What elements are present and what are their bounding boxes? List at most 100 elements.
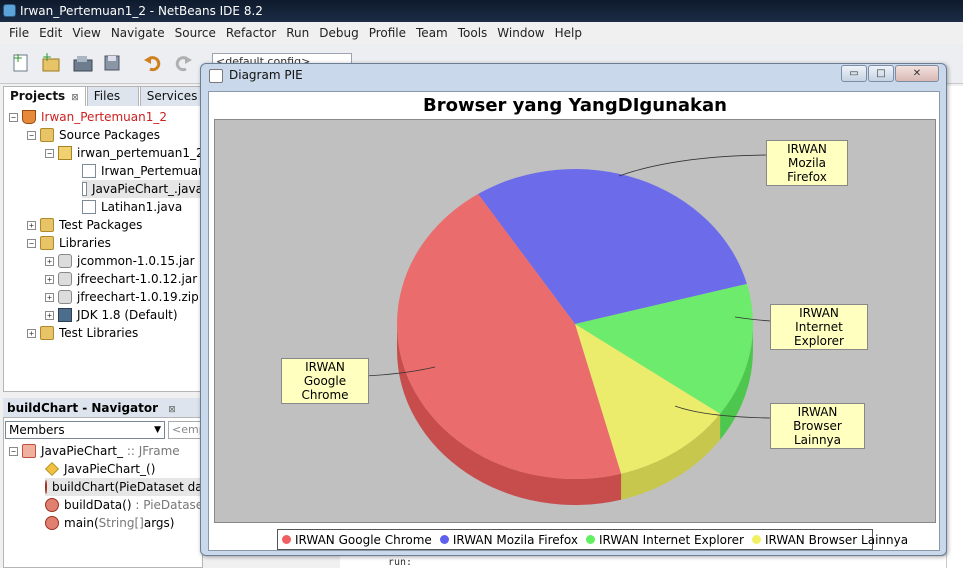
tab-files[interactable]: Files bbox=[86, 86, 139, 106]
nav-node-method[interactable]: main(String[] args) bbox=[45, 514, 175, 532]
method-label: buildData() bbox=[64, 498, 132, 512]
redo-icon[interactable] bbox=[172, 52, 194, 74]
tree-node-project[interactable]: − Irwan_Pertemuan1_2 bbox=[9, 108, 167, 126]
expand-icon[interactable]: + bbox=[27, 220, 36, 230]
menu-navigate[interactable]: Navigate bbox=[106, 26, 170, 40]
open-project-icon[interactable] bbox=[72, 52, 94, 74]
method-label: main( bbox=[64, 516, 99, 530]
slice-label-ie: IRWAN Internet Explorer bbox=[770, 304, 868, 350]
expand-icon[interactable]: + bbox=[45, 310, 54, 320]
close-button[interactable]: ✕ bbox=[895, 65, 939, 82]
class-name-label: JavaPieChart_ bbox=[41, 444, 124, 458]
legend-swatch bbox=[282, 535, 291, 544]
members-combo[interactable]: Members ▼ bbox=[5, 421, 165, 439]
close-tab-icon[interactable]: ⊠ bbox=[168, 405, 176, 415]
menu-team[interactable]: Team bbox=[411, 26, 453, 40]
method-icon bbox=[45, 480, 47, 494]
tab-files-label: Files bbox=[93, 89, 121, 103]
dialog-title: Diagram PIE bbox=[229, 68, 303, 82]
source-folder-icon bbox=[40, 128, 54, 142]
tree-node-test-packages[interactable]: + Test Packages bbox=[27, 216, 142, 234]
java-project-icon bbox=[22, 110, 36, 124]
tree-node-library[interactable]: + jfreechart-1.0.19.zip bbox=[45, 288, 199, 306]
method-type-label: : PieDataset bbox=[135, 498, 208, 512]
tree-node-file[interactable]: Latihan1.java bbox=[82, 198, 182, 216]
svg-text:+: + bbox=[13, 52, 23, 65]
maximize-button[interactable]: □ bbox=[868, 65, 894, 82]
collapse-icon[interactable]: − bbox=[45, 148, 54, 158]
collapse-icon[interactable]: − bbox=[9, 112, 18, 122]
editor-edge bbox=[946, 86, 963, 568]
jar-icon bbox=[58, 272, 72, 286]
tree-node-test-libraries[interactable]: + Test Libraries bbox=[27, 324, 138, 342]
library-label: jcommon-1.0.15.jar bbox=[77, 254, 195, 268]
class-type-label: :: JFrame bbox=[126, 444, 180, 458]
menu-tools[interactable]: Tools bbox=[453, 26, 493, 40]
nav-node-method[interactable]: buildData() : PieDataset bbox=[45, 496, 208, 514]
save-all-icon[interactable] bbox=[102, 52, 124, 74]
legend-item: IRWAN Internet Explorer bbox=[585, 533, 744, 547]
label-leader-line bbox=[618, 154, 768, 177]
legend-label: IRWAN Browser Lainnya bbox=[765, 532, 909, 547]
menu-file[interactable]: File bbox=[4, 26, 34, 40]
constructor-label: JavaPieChart_() bbox=[64, 462, 156, 476]
menu-source[interactable]: Source bbox=[170, 26, 221, 40]
undo-icon[interactable] bbox=[142, 52, 164, 74]
nav-node-method-selected[interactable]: buildChart(PieDataset datas bbox=[45, 478, 206, 496]
chart-legend: IRWAN Google Chrome IRWAN Mozila Firefox I… bbox=[277, 529, 908, 550]
tree-node-library[interactable]: + JDK 1.8 (Default) bbox=[45, 306, 178, 324]
jar-icon bbox=[58, 254, 72, 268]
slice-label-other: IRWAN Browser Lainnya bbox=[770, 403, 865, 449]
file-label: JavaPieChart_.java bbox=[92, 182, 203, 196]
tree-node-library[interactable]: + jcommon-1.0.15.jar bbox=[45, 252, 195, 270]
menu-run[interactable]: Run bbox=[281, 26, 314, 40]
new-project-icon[interactable]: + bbox=[40, 52, 62, 74]
menu-refactor[interactable]: Refactor bbox=[221, 26, 281, 40]
file-label: Latihan1.java bbox=[101, 200, 183, 214]
tree-node-libraries[interactable]: − Libraries bbox=[27, 234, 111, 252]
menu-profile[interactable]: Profile bbox=[364, 26, 411, 40]
tab-projects-label: Projects bbox=[10, 89, 66, 103]
tree-node-package[interactable]: − irwan_pertemuan1_2 bbox=[45, 144, 204, 162]
menu-window[interactable]: Window bbox=[492, 26, 549, 40]
menu-help[interactable]: Help bbox=[550, 26, 587, 40]
ide-title-bar: Irwan_Pertemuan1_2 - NetBeans IDE 8.2 bbox=[0, 0, 963, 22]
tree-node-source-packages[interactable]: − Source Packages bbox=[27, 126, 160, 144]
tree-node-file-selected[interactable]: JavaPieChart_.java bbox=[82, 180, 203, 198]
collapse-icon[interactable]: − bbox=[27, 238, 36, 248]
tree-node-library[interactable]: + jfreechart-1.0.12.jar bbox=[45, 270, 197, 288]
menu-view[interactable]: View bbox=[67, 26, 105, 40]
jdk-icon bbox=[58, 308, 72, 322]
expand-icon[interactable]: + bbox=[27, 328, 36, 338]
slice-label-text: IRWAN Browser bbox=[793, 405, 842, 433]
nav-node-constructor[interactable]: JavaPieChart_() bbox=[45, 460, 155, 478]
new-file-icon[interactable]: + bbox=[10, 52, 32, 74]
close-tab-icon[interactable]: ⊠ bbox=[71, 93, 79, 103]
tab-services-label: Services bbox=[146, 89, 198, 103]
slice-label-text: IRWAN Mozila bbox=[787, 142, 827, 170]
test-libraries-label: Test Libraries bbox=[59, 326, 139, 340]
expand-icon[interactable]: + bbox=[45, 256, 54, 266]
expand-icon[interactable]: + bbox=[45, 274, 54, 284]
menu-debug[interactable]: Debug bbox=[314, 26, 363, 40]
navigator-filter-input[interactable]: <emp bbox=[168, 421, 203, 439]
expand-icon[interactable]: + bbox=[45, 292, 54, 302]
slice-label-text: IRWAN Internet bbox=[795, 306, 843, 334]
minimize-button[interactable]: ▭ bbox=[841, 65, 867, 82]
slice-label-text: Chrome bbox=[301, 388, 349, 402]
menu-edit[interactable]: Edit bbox=[34, 26, 67, 40]
collapse-icon[interactable]: − bbox=[27, 130, 36, 140]
slice-label-chrome: IRWAN Google Chrome bbox=[281, 358, 369, 404]
menu-bar: File Edit View Navigate Source Refactor Run Deb… bbox=[0, 22, 963, 44]
collapse-icon[interactable]: − bbox=[9, 446, 18, 456]
members-combo-value: Members bbox=[9, 423, 65, 437]
test-packages-label: Test Packages bbox=[59, 218, 143, 232]
legend-swatch bbox=[752, 535, 761, 544]
navigator-header[interactable]: buildChart - Navigator ⊠ bbox=[3, 398, 203, 418]
tree-node-file[interactable]: Irwan_Pertemuan1_ bbox=[82, 162, 219, 180]
nav-node-class[interactable]: − JavaPieChart_ :: JFrame bbox=[9, 442, 180, 460]
test-folder-icon bbox=[40, 218, 54, 232]
tab-projects[interactable]: Projects ⊠ bbox=[3, 86, 86, 106]
slice-label-text: Firefox bbox=[787, 170, 827, 184]
constructor-icon bbox=[45, 462, 59, 476]
